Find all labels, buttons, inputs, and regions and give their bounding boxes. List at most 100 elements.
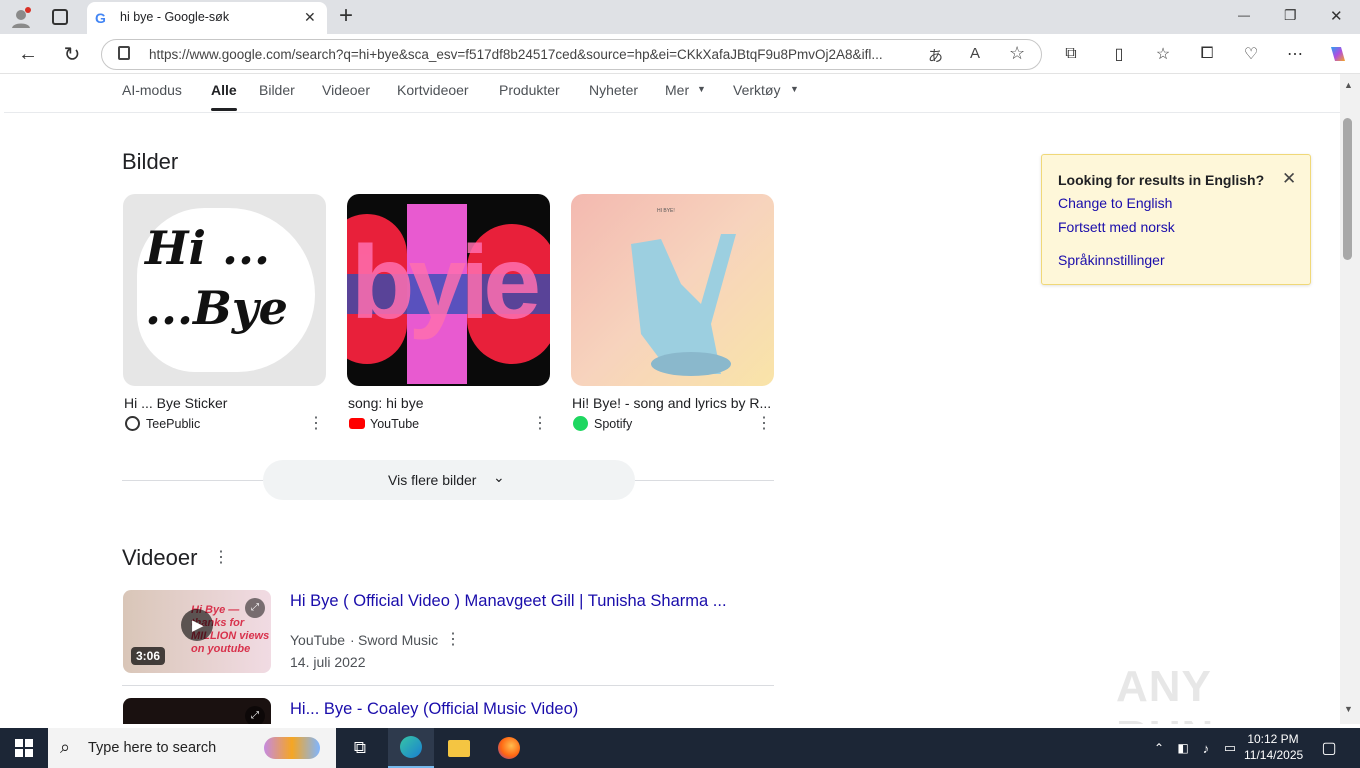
google-favicon-icon: G <box>95 10 106 26</box>
image-source-3[interactable]: Spotify <box>594 417 632 431</box>
search-nav: AI-modus Alle Bilder Videoer Kortvideoer… <box>4 74 1340 113</box>
watermark-text: ANY RUN <box>1116 662 1213 724</box>
tab-actions-icon[interactable] <box>52 9 68 25</box>
tab-bilder[interactable]: Bilder <box>259 82 295 98</box>
sticker-hi-text: Hi ... ...Bye <box>145 221 288 335</box>
more-images-label: Vis flere bilder <box>388 472 477 488</box>
tab-kortvideoer[interactable]: Kortvideoer <box>397 82 469 98</box>
play-triangle-icon: ▶ <box>192 617 204 634</box>
address-bar[interactable]: https://www.google.com/search?q=hi+bye&s… <box>101 39 1042 70</box>
clock-time: 10:12 PM <box>1247 732 1299 746</box>
url-text[interactable]: https://www.google.com/search?q=hi+bye&s… <box>149 47 914 62</box>
tab-ai-modus[interactable]: AI-modus <box>122 82 182 98</box>
extensions-icon[interactable]: ⧉ <box>1055 39 1087 69</box>
profile-icon[interactable] <box>10 7 32 29</box>
change-to-english-link[interactable]: Change to English <box>1058 195 1172 211</box>
scroll-down-icon[interactable]: ▼ <box>1344 704 1353 714</box>
display-icon[interactable]: ▭ <box>1220 728 1240 768</box>
youtube-icon <box>349 418 365 429</box>
image-more-icon-1[interactable]: ⋮ <box>308 414 324 434</box>
tab-nyheter[interactable]: Nyheter <box>589 82 638 98</box>
new-tab-button[interactable]: + <box>339 2 353 30</box>
minimize-button[interactable]: — <box>1238 8 1250 22</box>
tab-verktoy[interactable]: Verktøy <box>733 82 780 98</box>
clock[interactable]: 10:12 PM 11/14/2025 <box>1244 731 1304 765</box>
peace-hand-image <box>631 234 736 376</box>
volume-icon[interactable]: ♪ <box>1197 728 1215 768</box>
collections-icon[interactable]: ⧠ <box>1191 39 1223 69</box>
start-button[interactable] <box>0 728 48 768</box>
video-title-2[interactable]: Hi... Bye - Coaley (Official Music Video… <box>290 700 578 719</box>
image-more-icon-3[interactable]: ⋮ <box>756 414 772 434</box>
search-results-page: AI-modus Alle Bilder Videoer Kortvideoer… <box>4 74 1340 724</box>
tab-produkter[interactable]: Produkter <box>499 82 560 98</box>
expand-icon[interactable]: ⤢ <box>245 706 265 724</box>
image-source-2[interactable]: YouTube <box>370 417 419 431</box>
mer-caret-icon: ▼ <box>697 84 706 94</box>
expand-icon[interactable]: ⤢ <box>245 598 265 618</box>
video-date-1: 14. juli 2022 <box>290 654 366 670</box>
video-channel-1: Sword Music <box>358 632 439 648</box>
video-platform-1: YouTube <box>290 632 346 648</box>
page-scrollbar[interactable]: ▲ ▼ <box>1340 74 1360 724</box>
favorites-icon[interactable]: ☆ <box>1147 39 1179 69</box>
task-view-icon[interactable]: ⧉ <box>340 728 380 768</box>
split-screen-icon[interactable]: ▯ <box>1103 39 1135 69</box>
video-title-1[interactable]: Hi Bye ( Official Video ) Manavgeet Gill… <box>290 592 727 611</box>
copilot-icon[interactable] <box>1322 39 1354 69</box>
tab-mer[interactable]: Mer <box>665 82 689 98</box>
browser-essentials-icon[interactable]: ♡ <box>1235 39 1267 69</box>
notice-close-icon[interactable]: ✕ <box>1282 169 1296 189</box>
image-result-2[interactable]: byie <box>347 194 550 386</box>
scroll-up-icon[interactable]: ▲ <box>1344 80 1353 90</box>
tab-title: hi bye - Google-søk <box>120 10 230 24</box>
tab-close-icon[interactable]: ✕ <box>304 9 316 26</box>
taskbar-search[interactable]: ⌕ Type here to search <box>48 728 336 768</box>
show-hidden-icons-icon[interactable]: ⌃ <box>1150 728 1168 768</box>
videos-more-icon[interactable]: ⋮ <box>213 548 229 568</box>
thumb-text: HI BYE! <box>657 208 675 214</box>
firefox-icon[interactable] <box>486 728 532 768</box>
play-button-icon[interactable]: ▶ <box>181 609 213 641</box>
notifications-icon[interactable]: ▢ <box>1314 728 1344 768</box>
refresh-icon[interactable]: ↻ <box>56 39 88 69</box>
anyrun-watermark: ANY RUN <box>1116 652 1316 724</box>
close-window-button[interactable]: ✕ <box>1330 7 1343 25</box>
video-thumbnail-2[interactable]: ⤢ <box>123 698 271 724</box>
active-tab-underline <box>211 108 237 111</box>
edge-taskbar-icon[interactable] <box>388 728 434 768</box>
file-explorer-icon[interactable] <box>436 728 482 768</box>
scroll-thumb[interactable] <box>1343 118 1352 260</box>
more-images-button[interactable]: Vis flere bilder ⌄ <box>263 460 635 500</box>
restore-button[interactable]: ❐ <box>1284 7 1297 24</box>
browser-tab-active[interactable]: G hi bye - Google-søk ✕ <box>87 2 327 34</box>
network-icon[interactable]: ◧ <box>1174 728 1192 768</box>
language-settings-link[interactable]: Språkinnstillinger <box>1058 252 1165 268</box>
read-aloud-icon[interactable]: A <box>970 45 980 62</box>
back-icon[interactable]: ← <box>12 39 44 69</box>
favorite-star-icon[interactable]: ☆ <box>1009 43 1025 64</box>
image-source-1[interactable]: TeePublic <box>146 417 200 431</box>
image-result-3[interactable]: HI BYE! <box>571 194 774 386</box>
clock-date: 11/14/2025 <box>1244 748 1304 762</box>
image-caption-1[interactable]: Hi ... Bye Sticker <box>124 395 324 411</box>
video-separator: · <box>350 632 355 648</box>
image-result-1[interactable]: Hi ... ...Bye <box>123 194 326 386</box>
windows-logo-icon <box>15 739 33 757</box>
more-menu-icon[interactable]: ⋯ <box>1279 39 1311 69</box>
tab-videoer[interactable]: Videoer <box>322 82 370 98</box>
browser-toolbar: ← ↻ https://www.google.com/search?q=hi+b… <box>0 34 1360 74</box>
image-more-icon-2[interactable]: ⋮ <box>532 414 548 434</box>
lock-icon <box>118 46 130 60</box>
search-icon: ⌕ <box>60 737 71 757</box>
tab-alle[interactable]: Alle <box>211 82 237 98</box>
video-more-icon-1[interactable]: ⋮ <box>445 630 461 650</box>
translate-icon[interactable]: あ <box>928 45 943 66</box>
image-caption-3[interactable]: Hi! Bye! - song and lyrics by R... <box>572 395 772 411</box>
language-notice: Looking for results in English? ✕ Change… <box>1041 154 1311 285</box>
spotify-icon <box>573 416 588 431</box>
video-thumbnail-1[interactable]: Hi Bye — thanks for MILLION views on you… <box>123 590 271 673</box>
image-caption-2[interactable]: song: hi bye <box>348 395 548 411</box>
images-heading: Bilder <box>122 149 179 174</box>
continue-norwegian-link[interactable]: Fortsett med norsk <box>1058 219 1175 235</box>
